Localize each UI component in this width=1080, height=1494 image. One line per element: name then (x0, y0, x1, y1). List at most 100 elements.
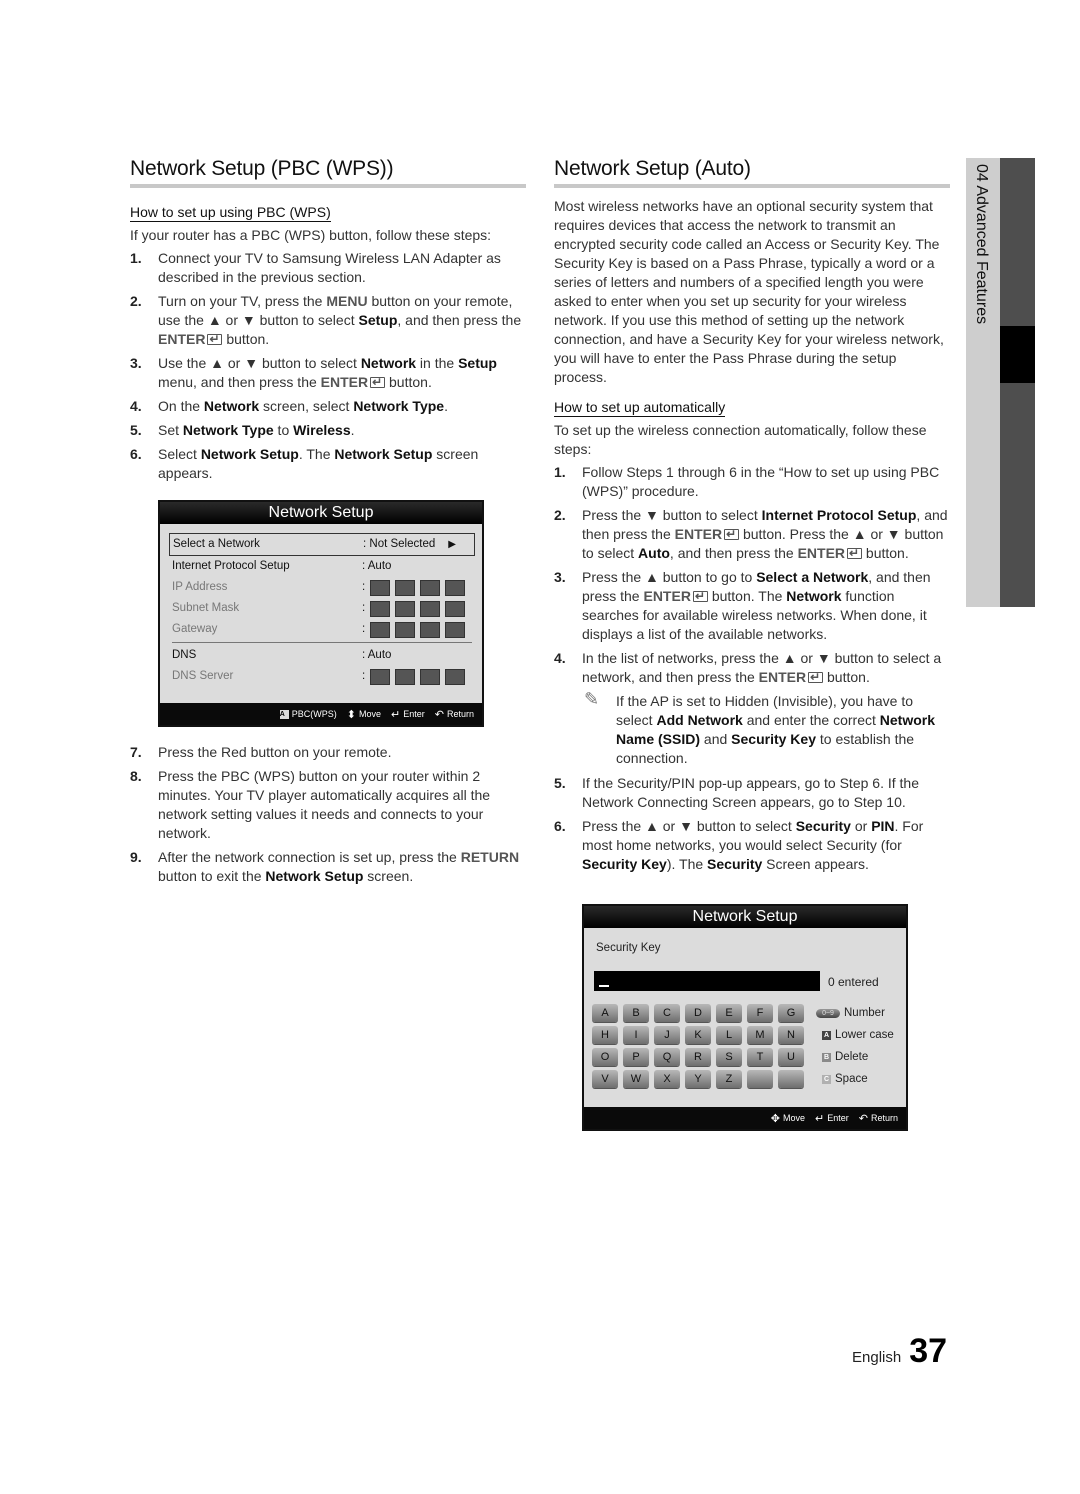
step-number: 1. (554, 464, 566, 480)
key-r[interactable]: R (685, 1048, 711, 1066)
key-b[interactable]: B (623, 1004, 649, 1022)
divider (172, 642, 472, 643)
setting-label: DNS Server (172, 670, 234, 682)
security-key-screen: Network Setup Security Key 0 entered ABC… (582, 904, 908, 1131)
setting-row: Subnet Mask: (172, 598, 472, 619)
step-text: On the Network screen, select Network Ty… (158, 398, 448, 414)
legend-label: Space (835, 1073, 868, 1085)
key-j[interactable]: J (654, 1026, 680, 1044)
setting-value-text: : Auto (362, 560, 392, 572)
key-c[interactable]: C (654, 1004, 680, 1022)
step-item: 1. Follow Steps 1 through 6 in the “How t… (554, 463, 950, 501)
address-octet-field (395, 579, 416, 596)
legend-label: Lower case (835, 1029, 894, 1041)
enter-icon (724, 525, 740, 544)
setting-row[interactable]: Internet Protocol Setup: Auto (172, 556, 472, 577)
address-octet-field (420, 668, 441, 685)
key-h[interactable]: H (592, 1026, 618, 1044)
steps-list: 1. Follow Steps 1 through 6 in the “How t… (554, 463, 950, 687)
key-p[interactable]: P (623, 1048, 649, 1066)
step-text: Press the ▲ or ▼ button to select Securi… (582, 818, 924, 872)
step-item: 2. Press the ▼ button to select Internet … (554, 506, 950, 563)
page-footer: English 37 (852, 1332, 947, 1371)
address-octet-field (420, 579, 441, 596)
step-item: 6. Select Network Setup. The Network Setu… (130, 445, 526, 483)
page-number: 37 (909, 1332, 948, 1370)
key-w[interactable]: W (623, 1070, 649, 1088)
step-number: 5. (554, 775, 566, 791)
setting-row: IP Address: (172, 577, 472, 598)
step-text: After the network connection is set up, … (158, 849, 520, 884)
arrow-right-icon: ▶ (448, 539, 456, 550)
settings-list: Select a Network: Not Selected ▶ Internet … (160, 524, 482, 687)
key-s[interactable]: S (716, 1048, 742, 1066)
footer-hint-label: Return (870, 1113, 898, 1123)
key-q[interactable]: Q (654, 1048, 680, 1066)
key-a[interactable]: A (592, 1004, 618, 1022)
key-blank[interactable] (747, 1070, 773, 1088)
setting-value-text: : (362, 670, 366, 682)
step-item: 4. On the Network screen, select Network … (130, 397, 526, 416)
setting-value: : Auto (362, 556, 472, 577)
step-text: Press the PBC (WPS) button on your route… (158, 768, 491, 841)
key-e[interactable]: E (716, 1004, 742, 1022)
key-u[interactable]: U (778, 1048, 804, 1066)
key-t[interactable]: T (747, 1048, 773, 1066)
setting-value-text: : (362, 623, 366, 635)
setting-value-text: : (362, 602, 366, 614)
key-n[interactable]: N (778, 1026, 804, 1044)
steps-list: 5. If the Security/PIN pop-up appears, go… (554, 774, 950, 874)
text-cursor (599, 985, 609, 987)
key-k[interactable]: K (685, 1026, 711, 1044)
setting-row[interactable]: Select a Network: Not Selected ▶ (169, 533, 475, 556)
footer-hint: ↶ Return (435, 708, 474, 721)
subheading-auto: How to set up automatically (554, 399, 726, 417)
key-l[interactable]: L (716, 1026, 742, 1044)
keyboard-legend: 0~9 Number A Lower case B Delete C Space (816, 1002, 894, 1090)
enter-icon (692, 587, 708, 606)
address-octet-field (395, 600, 416, 617)
setting-value: : (362, 577, 472, 598)
on-screen-keyboard: ABCDEFG HIJKLMN OPQRSTU VWXYZ (592, 1004, 804, 1088)
step-number: 4. (130, 398, 142, 414)
key-i[interactable]: I (623, 1026, 649, 1044)
setting-value: : Auto (362, 645, 472, 666)
setting-value: : (362, 619, 472, 640)
address-octet-field (370, 600, 391, 617)
step-item: 4. In the list of networks, press the ▲ o… (554, 649, 950, 687)
pencil-note-icon: ✎ (584, 689, 600, 709)
key-y[interactable]: Y (685, 1070, 711, 1088)
section-title-auto: Network Setup (Auto) (554, 156, 950, 188)
key-x[interactable]: X (654, 1070, 680, 1088)
a-button-icon: A (822, 1030, 831, 1040)
b-button-icon: B (822, 1052, 831, 1062)
enter-icon (207, 330, 223, 349)
footer-hint-label: Enter (403, 709, 425, 719)
key-d[interactable]: D (685, 1004, 711, 1022)
setting-label: DNS (172, 649, 197, 661)
footer-hint: ⬍ Move (347, 708, 381, 721)
setting-value: : (362, 666, 472, 687)
setting-value-text: : Auto (362, 649, 392, 661)
section-title-pbc: Network Setup (PBC (WPS)) (130, 156, 526, 188)
key-z[interactable]: Z (716, 1070, 742, 1088)
key-m[interactable]: M (747, 1026, 773, 1044)
step-item: 8. Press the PBC (WPS) button on your rou… (130, 767, 526, 843)
up-down-arrow-icon: ⬍ (346, 708, 357, 721)
footer-hint-label: Return (446, 709, 474, 719)
key-v[interactable]: V (592, 1070, 618, 1088)
legend-label: Number (844, 1007, 885, 1019)
key-g[interactable]: G (778, 1004, 804, 1022)
footer-hint: ↵ Enter (815, 1112, 849, 1125)
key-o[interactable]: O (592, 1048, 618, 1066)
step-text: Turn on your TV, press the MENU button o… (158, 293, 521, 349)
screen-title: Network Setup (584, 906, 906, 928)
security-key-input[interactable] (594, 971, 820, 991)
key-blank[interactable] (778, 1070, 804, 1088)
step-number: 3. (130, 355, 142, 371)
language-label: English (852, 1349, 902, 1366)
legend-label: Delete (835, 1051, 869, 1063)
setting-row[interactable]: DNS : Auto (172, 645, 472, 666)
key-f[interactable]: F (747, 1004, 773, 1022)
step-number: 9. (130, 849, 142, 865)
